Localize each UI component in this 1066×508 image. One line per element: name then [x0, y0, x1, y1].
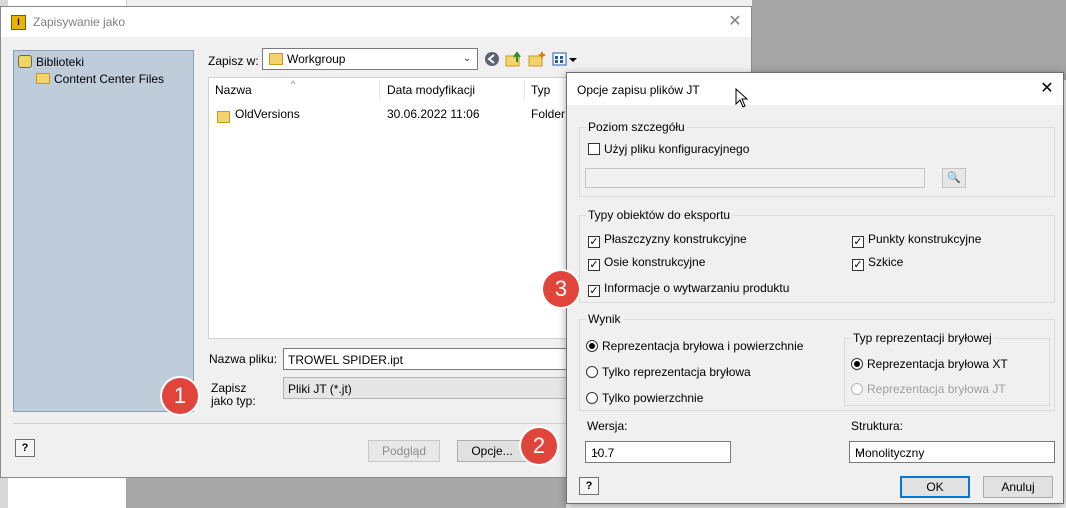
- radio-solid-and-surfaces[interactable]: Reprezentacja bryłowa i powierzchnie: [586, 339, 803, 354]
- filetype-label: Zapisz jako typ:: [211, 381, 256, 408]
- checkbox-box: ✓: [588, 236, 600, 248]
- help-button[interactable]: ?: [15, 439, 35, 457]
- solid-type-group: Typ reprezentacji bryłowej Reprezentacja…: [844, 331, 1050, 406]
- place-item-content-center[interactable]: Content Center Files: [36, 71, 164, 88]
- place-item-libraries[interactable]: Biblioteki: [18, 54, 84, 71]
- checkbox-box: ✓: [852, 259, 864, 271]
- row-name: OldVersions: [235, 107, 300, 121]
- new-folder-icon[interactable]: [528, 51, 546, 69]
- save-dialog-titlebar: I Zapisywanie jako ✕: [1, 7, 751, 37]
- radio-surfaces-only[interactable]: Tylko powierzchnie: [586, 391, 703, 406]
- use-config-checkbox[interactable]: Użyj pliku konfiguracyjnego: [588, 142, 749, 157]
- column-header-type[interactable]: Typ: [531, 83, 550, 97]
- close-icon[interactable]: ✕: [725, 12, 745, 32]
- ok-button[interactable]: OK: [900, 476, 970, 498]
- library-icon: [18, 55, 32, 68]
- save-dialog-title: Zapisywanie jako: [33, 15, 126, 29]
- checkbox-work-points[interactable]: ✓ Punkty konstrukcyjne: [852, 232, 981, 248]
- checkbox-box: ✓: [588, 285, 600, 297]
- checkbox-box: [588, 143, 600, 155]
- chevron-down-icon: ⌄: [856, 446, 866, 457]
- checkbox-work-planes[interactable]: ✓ Płaszczyzny konstrukcyjne: [588, 232, 747, 248]
- background-app-area-right: [752, 0, 1066, 80]
- preview-button[interactable]: Podgląd: [368, 440, 440, 462]
- filename-input[interactable]: TROWEL SPIDER.ipt: [283, 348, 569, 370]
- solid-type-group-title: Typ reprezentacji bryłowej: [851, 331, 994, 345]
- chevron-down-icon: ⌄: [592, 446, 602, 457]
- save-in-combo[interactable]: Workgroup ⌄: [262, 48, 478, 70]
- save-in-label: Zapisz w:: [208, 54, 259, 68]
- output-group: Wynik Reprezentacja bryłowa i powierzchn…: [579, 312, 1055, 411]
- version-label: Wersja:: [587, 419, 628, 433]
- checkbox-sketches[interactable]: ✓ Szkice: [852, 255, 903, 271]
- up-folder-icon[interactable]: [505, 51, 523, 69]
- jt-options-dialog: Opcje zapisu plików JT ✕ Poziom szczegół…: [566, 72, 1064, 504]
- callout-badge-3: 3: [543, 271, 579, 307]
- mouse-cursor-icon: [735, 87, 749, 108]
- help-button[interactable]: ?: [579, 477, 599, 495]
- config-path-input: [585, 168, 925, 188]
- row-type: Folder: [531, 107, 566, 121]
- table-row[interactable]: OldVersions 30.06.2022 11:06 Folder: [209, 104, 568, 124]
- filename-label: Nazwa pliku:: [209, 352, 278, 366]
- close-icon[interactable]: ✕: [1037, 79, 1057, 99]
- export-group: Typy obiektów do eksportu ✓ Płaszczyzny k…: [579, 208, 1055, 303]
- structure-combo[interactable]: Monolityczny ⌄: [849, 441, 1055, 463]
- row-date: 30.06.2022 11:06: [387, 107, 480, 121]
- filetype-combo[interactable]: Pliki JT (*.jt): [283, 377, 569, 399]
- radio-dot: [851, 358, 863, 370]
- radio-solid-only[interactable]: Tylko reprezentacja bryłowa: [586, 365, 751, 380]
- view-menu-icon[interactable]: [552, 51, 578, 69]
- folder-icon: [269, 53, 283, 65]
- export-group-title: Typy obiektów do eksportu: [586, 208, 733, 222]
- places-panel: Biblioteki Content Center Files: [13, 50, 194, 412]
- callout-badge-2: 2: [521, 428, 557, 464]
- callout-badge-1: 1: [162, 378, 198, 414]
- version-combo[interactable]: 10.7 ⌄: [585, 441, 731, 463]
- column-header-date[interactable]: Data modyfikacji: [387, 83, 475, 97]
- radio-solid-jt: Reprezentacja bryłowa JT: [851, 382, 1006, 397]
- options-button[interactable]: Opcje...: [457, 440, 527, 462]
- sort-arrow-icon: ^: [291, 79, 296, 89]
- checkbox-box: ✓: [852, 236, 864, 248]
- checkbox-pmi[interactable]: ✓ Informacje o wytwarzaniu produktu: [588, 281, 789, 297]
- back-icon[interactable]: [483, 51, 501, 69]
- jt-dialog-title: Opcje zapisu plików JT: [577, 83, 700, 97]
- radio-dot: [586, 392, 598, 404]
- checkbox-box: ✓: [588, 259, 600, 271]
- detail-group-title: Poziom szczegółu: [586, 120, 687, 134]
- column-separator: [524, 80, 525, 100]
- radio-solid-xt[interactable]: Reprezentacja bryłowa XT: [851, 357, 1008, 372]
- radio-dot: [586, 340, 598, 352]
- column-header-name[interactable]: Nazwa: [215, 83, 252, 97]
- radio-dot: [851, 383, 863, 395]
- checkbox-work-axes[interactable]: ✓ Osie konstrukcyjne: [588, 255, 705, 271]
- cancel-button[interactable]: Anuluj: [983, 476, 1053, 498]
- file-list[interactable]: Nazwa Data modyfikacji Typ OldVersions 3…: [208, 77, 568, 339]
- browse-icon: 🔍: [942, 168, 966, 188]
- jt-dialog-titlebar: Opcje zapisu plików JT ✕: [567, 73, 1063, 105]
- column-separator: [379, 80, 380, 100]
- structure-label: Struktura:: [851, 419, 904, 433]
- app-icon: I: [11, 15, 26, 30]
- folder-icon: [36, 73, 50, 84]
- radio-dot: [586, 366, 598, 378]
- chevron-down-icon: ⌄: [462, 53, 472, 64]
- background-app-area: [126, 478, 566, 508]
- output-group-title: Wynik: [586, 312, 623, 326]
